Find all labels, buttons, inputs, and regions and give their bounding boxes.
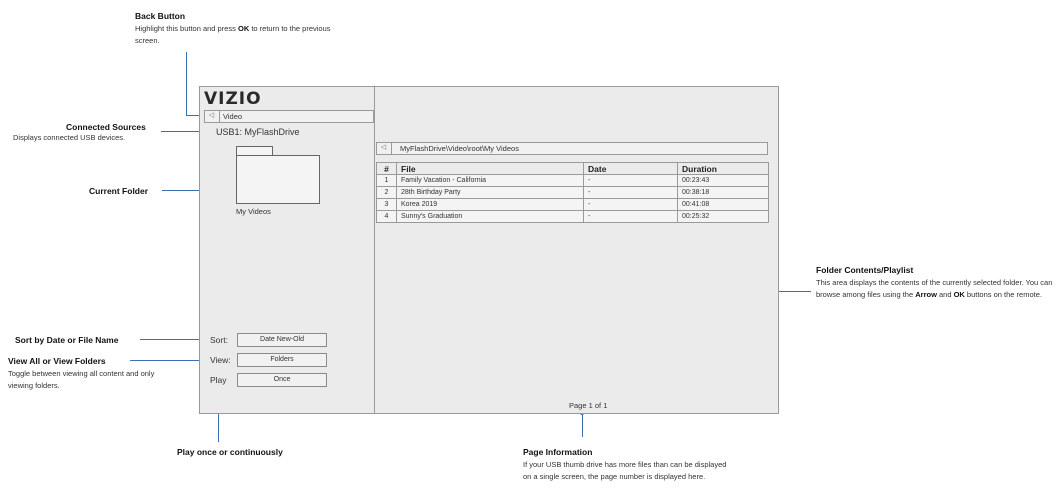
path-text: MyFlashDrive\Video\root\My Videos — [400, 144, 519, 153]
path-back-arrow-icon[interactable]: ◁ — [376, 142, 392, 155]
column-header-number: # — [376, 162, 397, 175]
page-info: Page 1 of 1 — [569, 401, 608, 410]
play-callout-title: Play once or continuously — [177, 447, 283, 457]
back-button-callout-title: Back Button — [135, 11, 186, 21]
back-button-leader — [186, 52, 187, 115]
table-row[interactable]: 4 Sunny's Graduation - 00:25:32 — [376, 210, 769, 223]
view-leader — [130, 360, 209, 361]
row-duration: 00:25:32 — [677, 210, 769, 223]
view-label: View: — [210, 355, 231, 365]
row-file: 28th Birthday Party — [396, 186, 584, 199]
view-callout-title: View All or View Folders — [8, 356, 106, 366]
current-folder-callout-title: Current Folder — [89, 186, 149, 196]
page-info-callout-title: Page Information — [523, 447, 593, 457]
connected-sources-callout-desc: Displays connected USB devices. — [13, 133, 126, 142]
file-table: # File Date Duration 1 Family Vacation -… — [376, 162, 769, 223]
back-button-callout-desc: Highlight this button and press OK to re… — [135, 24, 331, 45]
page-info-callout-desc: If your USB thumb drive has more files t… — [523, 460, 727, 481]
table-row[interactable]: 3 Korea 2019 - 00:41:08 — [376, 198, 769, 211]
view-button[interactable]: Folders — [237, 353, 327, 367]
sort-callout-title: Sort by Date or File Name — [15, 335, 119, 345]
sort-label: Sort: — [210, 335, 228, 345]
folder-contents-callout-desc: This area displays the contents of the c… — [816, 278, 1053, 299]
folder-contents-callout-title: Folder Contents/Playlist — [816, 265, 914, 275]
row-number: 2 — [376, 186, 397, 199]
play-mode-button[interactable]: Once — [237, 373, 327, 387]
table-row[interactable]: 2 28th Birthday Party - 00:38:18 — [376, 186, 769, 199]
row-file: Family Vacation - California — [396, 174, 584, 187]
column-header-date[interactable]: Date — [583, 162, 678, 175]
current-folder-label: My Videos — [236, 207, 271, 216]
connected-sources-callout-title: Connected Sources — [66, 122, 146, 132]
column-header-duration[interactable]: Duration — [677, 162, 769, 175]
folder-icon[interactable] — [236, 155, 320, 204]
row-file: Sunny's Graduation — [396, 210, 584, 223]
sort-button[interactable]: Date New-Old — [237, 333, 327, 347]
connected-source-item[interactable]: USB1: MyFlashDrive — [216, 127, 300, 137]
view-callout-desc: Toggle between viewing all content and o… — [8, 369, 155, 390]
play-label: Play — [210, 375, 227, 385]
table-row[interactable]: 1 Family Vacation - California - 00:23:4… — [376, 174, 769, 187]
back-button-label: Video — [223, 112, 243, 121]
row-date: - — [583, 186, 678, 199]
back-arrow-icon[interactable]: ◁ — [204, 110, 220, 123]
row-number: 4 — [376, 210, 397, 223]
row-duration: 00:41:08 — [677, 198, 769, 211]
row-number: 3 — [376, 198, 397, 211]
row-date: - — [583, 174, 678, 187]
row-date: - — [583, 210, 678, 223]
vizio-logo: VIZIO — [204, 89, 262, 109]
column-header-file[interactable]: File — [396, 162, 584, 175]
row-file: Korea 2019 — [396, 198, 584, 211]
table-header-row: # File Date Duration — [376, 162, 769, 175]
page-info-leader — [582, 413, 583, 437]
row-duration: 00:23:43 — [677, 174, 769, 187]
row-date: - — [583, 198, 678, 211]
row-duration: 00:38:18 — [677, 186, 769, 199]
row-number: 1 — [376, 174, 397, 187]
